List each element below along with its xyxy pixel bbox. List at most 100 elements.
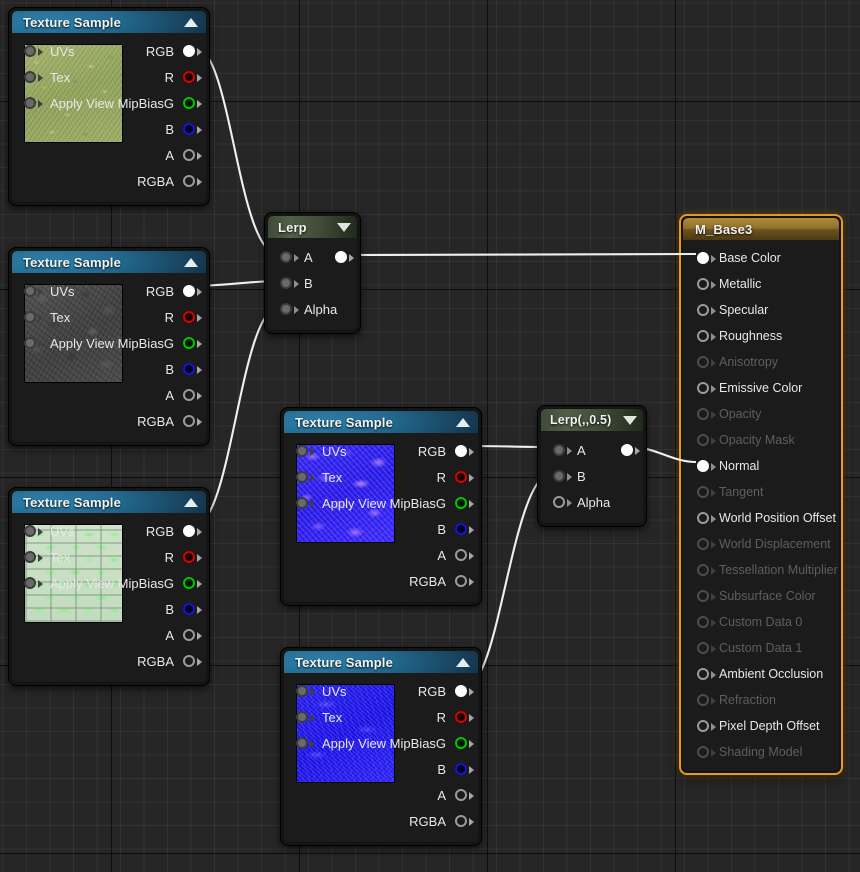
input-pin-custom-data-0[interactable] [697, 616, 716, 628]
node-header[interactable]: Texture Sample [12, 251, 206, 273]
node-header[interactable]: Texture Sample [12, 491, 206, 513]
input-pin-a[interactable] [553, 444, 572, 456]
triangle-up-icon[interactable] [184, 17, 198, 27]
input-pin-shading-model[interactable] [697, 746, 716, 758]
output-pin-rgba[interactable] [455, 815, 474, 827]
input-pin-apply-view-mipbias[interactable] [296, 737, 315, 749]
node-header[interactable]: Lerp [268, 216, 357, 238]
input-pin-b[interactable] [553, 470, 572, 482]
output-pin-g[interactable] [455, 737, 475, 749]
output-pin-rgba[interactable] [183, 415, 202, 427]
input-pin-tessellation-multiplier[interactable] [697, 564, 716, 576]
input-pin-refraction[interactable] [697, 694, 716, 706]
output-pin-a[interactable] [455, 549, 474, 561]
input-pin-tangent[interactable] [697, 486, 716, 498]
input-pin-anisotropy[interactable] [697, 356, 716, 368]
output-pin-rgb[interactable] [183, 525, 202, 537]
output-pin-b[interactable] [455, 523, 474, 535]
node-texture-sample-grass[interactable]: Texture Sample UVs RGB Tex R Apply View … [9, 8, 209, 205]
input-pin-uvs[interactable] [24, 525, 43, 537]
node-header[interactable]: M_Base3 [683, 218, 839, 240]
input-pin-apply-view-mipbias[interactable] [24, 577, 43, 589]
output-pin-rgb[interactable] [455, 445, 474, 457]
output-pin-g[interactable] [455, 497, 475, 509]
output-pin-g[interactable] [183, 337, 203, 349]
output-pin-g[interactable] [183, 577, 203, 589]
output-pin-result[interactable] [335, 251, 354, 263]
pin-row: A [284, 782, 478, 808]
triangle-up-icon[interactable] [456, 417, 470, 427]
input-pin-pixel-depth-offset[interactable] [697, 720, 716, 732]
output-pin-rgba[interactable] [183, 175, 202, 187]
input-pin-base-color[interactable] [697, 252, 716, 264]
output-pin-b[interactable] [183, 123, 202, 135]
input-pin-metallic[interactable] [697, 278, 716, 290]
input-pin-opacity[interactable] [697, 408, 716, 420]
input-pin-normal[interactable] [697, 460, 716, 472]
node-texture-sample-normal-rough[interactable]: Texture Sample UVs RGB Tex R Apply View … [281, 408, 481, 605]
node-lerp-normal[interactable]: Lerp(,,0.5) A B Alpha [538, 406, 646, 526]
output-pin-a[interactable] [455, 789, 474, 801]
output-pin-rgba[interactable] [183, 655, 202, 667]
input-pin-apply-view-mipbias[interactable] [24, 97, 43, 109]
output-pin-a[interactable] [183, 389, 202, 401]
input-pin-uvs[interactable] [296, 685, 315, 697]
output-pin-r[interactable] [455, 711, 474, 723]
input-pin-uvs[interactable] [296, 445, 315, 457]
output-pin-rgb[interactable] [455, 685, 474, 697]
input-pin-alpha[interactable] [280, 303, 299, 315]
input-pin-world-position-offset[interactable] [697, 512, 716, 524]
output-pin-r[interactable] [183, 311, 202, 323]
input-pin-b[interactable] [280, 277, 299, 289]
triangle-down-icon[interactable] [623, 415, 637, 425]
node-header[interactable]: Texture Sample [284, 411, 478, 433]
input-pin-tex[interactable] [296, 711, 315, 723]
input-pin-tex[interactable] [24, 311, 43, 323]
output-pin-a[interactable] [183, 149, 202, 161]
node-body: A B Alpha [541, 431, 643, 523]
node-header[interactable]: Texture Sample [284, 651, 478, 673]
output-pin-r[interactable] [183, 551, 202, 563]
node-material-output[interactable]: M_Base3 Base Color Metallic Specular Rou… [679, 214, 843, 775]
output-pin-rgba[interactable] [455, 575, 474, 587]
output-pin-r[interactable] [455, 471, 474, 483]
output-pin-rgb[interactable] [183, 45, 202, 57]
input-pin-apply-view-mipbias[interactable] [296, 497, 315, 509]
input-pin-uvs[interactable] [24, 45, 43, 57]
input-pin-ambient-occlusion[interactable] [697, 668, 716, 680]
input-pin-specular[interactable] [697, 304, 716, 316]
input-pin-custom-data-1[interactable] [697, 642, 716, 654]
material-graph-canvas[interactable]: Texture Sample UVs RGB Tex R Apply View … [0, 0, 860, 872]
output-pin-a[interactable] [183, 629, 202, 641]
input-label-refraction: Refraction [719, 693, 776, 707]
output-pin-g[interactable] [183, 97, 203, 109]
input-pin-subsurface-color[interactable] [697, 590, 716, 602]
node-header[interactable]: Lerp(,,0.5) [541, 409, 643, 431]
input-pin-world-displacement[interactable] [697, 538, 716, 550]
input-pin-emissive-color[interactable] [697, 382, 716, 394]
input-pin-apply-view-mipbias[interactable] [24, 337, 43, 349]
input-pin-roughness[interactable] [697, 330, 716, 342]
input-pin-tex[interactable] [296, 471, 315, 483]
output-pin-r[interactable] [183, 71, 202, 83]
node-header[interactable]: Texture Sample [12, 11, 206, 33]
input-pin-a[interactable] [280, 251, 299, 263]
triangle-down-icon[interactable] [337, 222, 351, 232]
triangle-up-icon[interactable] [184, 497, 198, 507]
output-pin-result[interactable] [621, 444, 640, 456]
output-pin-rgb[interactable] [183, 285, 202, 297]
input-pin-tex[interactable] [24, 71, 43, 83]
input-pin-opacity-mask[interactable] [697, 434, 716, 446]
output-pin-b[interactable] [183, 363, 202, 375]
output-pin-b[interactable] [183, 603, 202, 615]
output-pin-b[interactable] [455, 763, 474, 775]
input-pin-uvs[interactable] [24, 285, 43, 297]
node-texture-sample-normal-flat[interactable]: Texture Sample UVs RGB Tex R Apply View … [281, 648, 481, 845]
node-texture-sample-mint[interactable]: Texture Sample UVs RGB Tex R Apply View … [9, 488, 209, 685]
input-pin-alpha[interactable] [553, 496, 572, 508]
node-texture-sample-rock[interactable]: Texture Sample UVs RGB Tex R Apply View … [9, 248, 209, 445]
node-lerp-base-color[interactable]: Lerp A B Alpha [265, 213, 360, 333]
triangle-up-icon[interactable] [184, 257, 198, 267]
triangle-up-icon[interactable] [456, 657, 470, 667]
input-pin-tex[interactable] [24, 551, 43, 563]
